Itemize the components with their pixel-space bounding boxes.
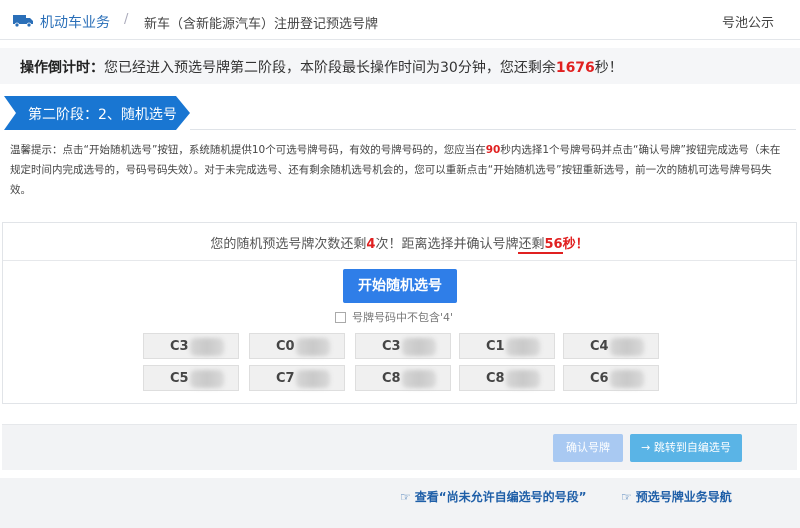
selection-seconds: 56 (544, 237, 563, 252)
section-title[interactable]: 机动车业务 (40, 12, 110, 32)
exclude-four-option[interactable]: 号牌号码中不包含'4' (335, 309, 453, 325)
confirm-plate-button[interactable]: 确认号牌 (553, 434, 623, 462)
plate-option[interactable]: C0 (249, 333, 345, 359)
remaining-text: 您的随机预选号牌次数还剩 (210, 237, 367, 252)
tips-highlight: 90 (485, 144, 501, 156)
countdown-title: 操作倒计时： (20, 60, 104, 76)
start-random-selection-button[interactable]: 开始随机选号 (343, 269, 457, 303)
plate-option[interactable]: C8 (459, 365, 555, 391)
pointing-hand-icon: ☞ (400, 490, 411, 504)
stage-ribbon: 第二阶段：2、随机选号 (4, 96, 190, 130)
switch-to-custom-button[interactable]: → 跳转到自编选号 (630, 434, 742, 462)
plate-option[interactable]: C3 (355, 333, 451, 359)
business-guide-link[interactable]: ☞ 预选号牌业务导航 (621, 488, 732, 505)
stage-label: 第二阶段：2、随机选号 (28, 107, 177, 123)
footer-links: ☞ 查看“尚未允许自编选号的号段” ☞ 预选号牌业务导航 (0, 478, 800, 528)
top-bar: 机动车业务 / 新车（含新能源汽车）注册登记预选号牌 号池公示 (0, 0, 800, 40)
breadcrumb-separator: / (124, 12, 129, 27)
divider (190, 129, 796, 130)
exclude-four-checkbox[interactable] (335, 312, 346, 323)
pool-link[interactable]: 号池公示 (722, 12, 774, 31)
selection-card: 您的随机预选号牌次数还剩4次！距离选择并确认号牌还剩56秒！ 开始随机选号 号牌… (2, 222, 797, 404)
selection-header: 您的随机预选号牌次数还剩4次！距离选择并确认号牌还剩56秒！ (3, 223, 796, 261)
tips-text: 温馨提示：点击“开始随机选号”按钮，系统随机提供10个可选号牌号码，有效的号牌号… (10, 140, 790, 200)
action-bar: 确认号牌 → 跳转到自编选号 (2, 424, 797, 470)
plate-option[interactable]: C3 (143, 333, 239, 359)
plate-option[interactable]: C8 (355, 365, 451, 391)
countdown-seconds: 1676 (555, 60, 595, 76)
restricted-segments-link[interactable]: ☞ 查看“尚未允许自编选号的号段” (400, 488, 587, 505)
plate-option[interactable]: C1 (459, 333, 555, 359)
plate-option[interactable]: C7 (249, 365, 345, 391)
car-icon (13, 15, 33, 27)
breadcrumb: 新车（含新能源汽车）注册登记预选号牌 (144, 17, 379, 32)
plate-option[interactable]: C4 (563, 333, 659, 359)
plate-option[interactable]: C6 (563, 365, 659, 391)
countdown-text: 您已经进入预选号牌第二阶段，本阶段最长操作时间为30分钟，您还剩余 (104, 60, 556, 76)
remaining-middle: 次！距离选择并确认号牌 (375, 237, 519, 252)
countdown-suffix: 秒！ (594, 60, 623, 76)
pointing-hand-icon: ☞ (621, 490, 632, 504)
exclude-four-label: 号牌号码中不包含'4' (352, 311, 454, 324)
selection-suffix: 秒！ (562, 237, 589, 252)
countdown-bar: 操作倒计时：您已经进入预选号牌第二阶段，本阶段最长操作时间为30分钟，您还剩余1… (0, 48, 800, 84)
remaining-underlined: 还剩 (518, 237, 545, 252)
plate-option[interactable]: C5 (143, 365, 239, 391)
tips-part1: 温馨提示：点击“开始随机选号”按钮，系统随机提供10个可选号牌号码，有效的号牌号… (10, 144, 486, 156)
